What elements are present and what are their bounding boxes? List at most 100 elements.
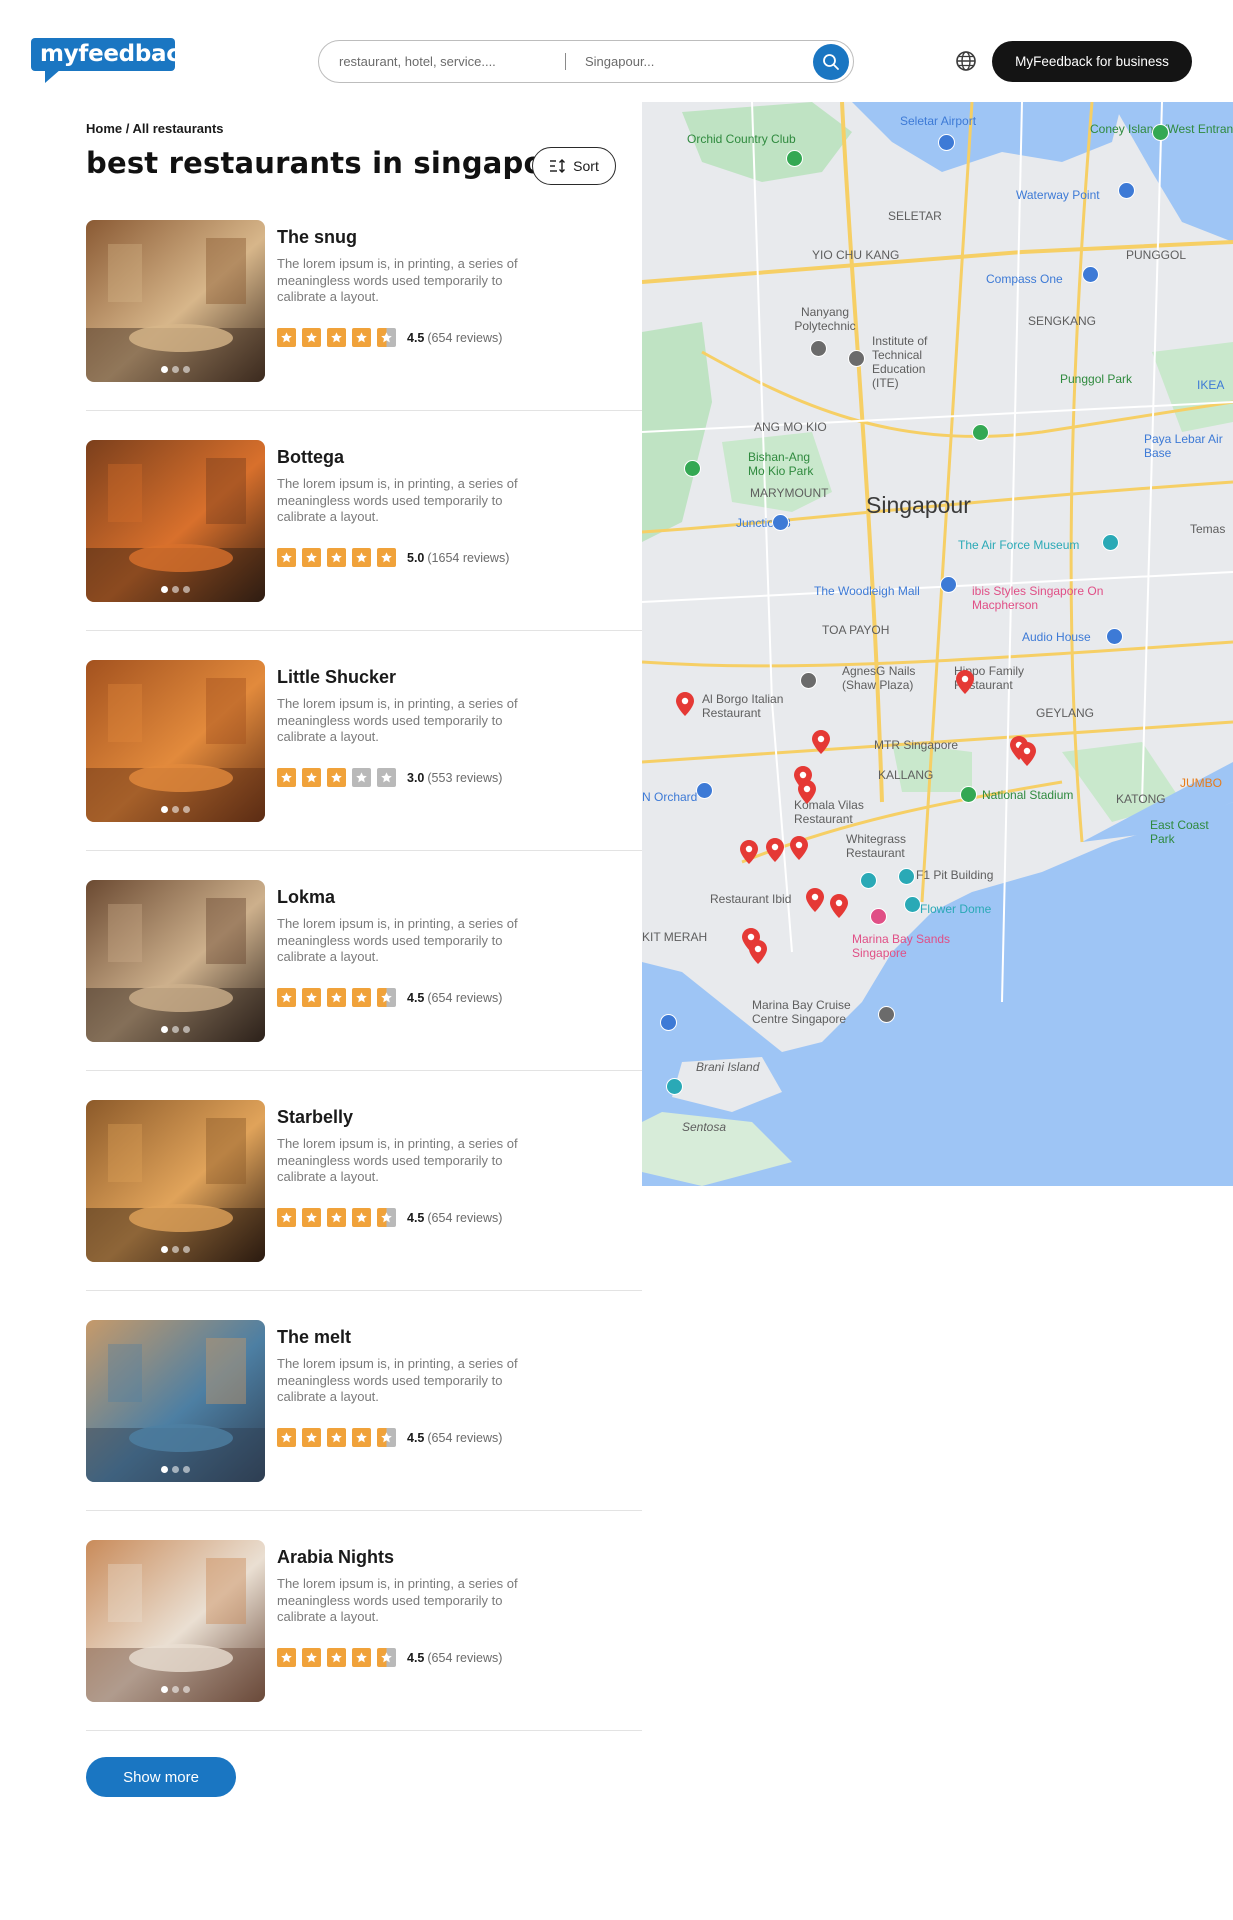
- map-poi-icon[interactable]: [1082, 266, 1099, 283]
- park-map-icon[interactable]: [1152, 124, 1169, 141]
- restaurant-photo[interactable]: [86, 440, 265, 602]
- map-poi-icon[interactable]: [696, 782, 713, 799]
- photo-carousel-dots[interactable]: [86, 806, 265, 813]
- map-poi-icon[interactable]: [1106, 628, 1123, 645]
- photo-carousel-dots[interactable]: [86, 1466, 265, 1473]
- photo-carousel-dots[interactable]: [86, 586, 265, 593]
- review-count[interactable]: (654 reviews): [427, 1651, 502, 1665]
- carousel-dot[interactable]: [183, 586, 190, 593]
- photo-carousel-dots[interactable]: [86, 1026, 265, 1033]
- restaurant-name[interactable]: Lokma: [277, 887, 335, 908]
- carousel-dot[interactable]: [183, 806, 190, 813]
- map-poi-icon[interactable]: [848, 350, 865, 367]
- search-button[interactable]: [813, 44, 849, 80]
- map-poi-icon[interactable]: [940, 576, 957, 593]
- restaurant-card[interactable]: Starbelly The lorem ipsum is, in printin…: [86, 1100, 642, 1320]
- carousel-dot[interactable]: [172, 366, 179, 373]
- carousel-dot[interactable]: [172, 1466, 179, 1473]
- map-poi-icon[interactable]: [898, 868, 915, 885]
- map-poi-icon[interactable]: [800, 672, 817, 689]
- restaurant-map-pin[interactable]: [812, 730, 830, 754]
- photo-carousel-dots[interactable]: [86, 1246, 265, 1253]
- carousel-dot[interactable]: [161, 1686, 168, 1693]
- carousel-dot[interactable]: [183, 1026, 190, 1033]
- restaurant-photo[interactable]: [86, 1100, 265, 1262]
- restaurant-card[interactable]: Bottega The lorem ipsum is, in printing,…: [86, 440, 642, 660]
- review-count[interactable]: (553 reviews): [427, 771, 502, 785]
- restaurant-name[interactable]: Little Shucker: [277, 667, 396, 688]
- restaurant-card[interactable]: The snug The lorem ipsum is, in printing…: [86, 220, 642, 440]
- carousel-dot[interactable]: [161, 806, 168, 813]
- map-poi-icon[interactable]: [938, 134, 955, 151]
- restaurant-map-pin[interactable]: [806, 888, 824, 912]
- breadcrumb[interactable]: Home / All restaurants: [86, 121, 224, 136]
- restaurant-card[interactable]: Arabia Nights The lorem ipsum is, in pri…: [86, 1540, 642, 1760]
- map-poi-icon[interactable]: [660, 1014, 677, 1031]
- restaurant-name[interactable]: Bottega: [277, 447, 344, 468]
- restaurant-map-pin[interactable]: [790, 836, 808, 860]
- restaurant-photo[interactable]: [86, 220, 265, 382]
- language-globe-icon[interactable]: [954, 49, 978, 73]
- restaurant-map-pin[interactable]: [766, 838, 784, 862]
- park-map-icon[interactable]: [960, 786, 977, 803]
- carousel-dot[interactable]: [161, 1466, 168, 1473]
- carousel-dot[interactable]: [161, 366, 168, 373]
- restaurant-name[interactable]: Arabia Nights: [277, 1547, 394, 1568]
- carousel-dot[interactable]: [183, 1466, 190, 1473]
- restaurant-photo[interactable]: [86, 880, 265, 1042]
- park-map-icon[interactable]: [684, 460, 701, 477]
- restaurant-map-pin[interactable]: [956, 670, 974, 694]
- restaurant-card[interactable]: The melt The lorem ipsum is, in printing…: [86, 1320, 642, 1540]
- carousel-dot[interactable]: [161, 1246, 168, 1253]
- park-map-icon[interactable]: [972, 424, 989, 441]
- review-count[interactable]: (654 reviews): [427, 1211, 502, 1225]
- map-poi-icon[interactable]: [860, 872, 877, 889]
- photo-carousel-dots[interactable]: [86, 1686, 265, 1693]
- park-map-icon[interactable]: [786, 150, 803, 167]
- carousel-dot[interactable]: [172, 1686, 179, 1693]
- map-panel[interactable]: Singapour Seletar Airport Orchid Country…: [642, 102, 1233, 1186]
- map-poi-icon[interactable]: [666, 1078, 683, 1095]
- map-poi-icon[interactable]: [1102, 534, 1119, 551]
- review-count[interactable]: (1654 reviews): [427, 551, 509, 565]
- review-count[interactable]: (654 reviews): [427, 331, 502, 345]
- myfeedback-logo[interactable]: myfeedback: [31, 38, 195, 84]
- restaurant-name[interactable]: The melt: [277, 1327, 351, 1348]
- carousel-dot[interactable]: [172, 586, 179, 593]
- restaurant-map-pin[interactable]: [1018, 742, 1036, 766]
- carousel-dot[interactable]: [183, 1246, 190, 1253]
- restaurant-card[interactable]: Lokma The lorem ipsum is, in printing, a…: [86, 880, 642, 1100]
- restaurant-card[interactable]: Little Shucker The lorem ipsum is, in pr…: [86, 660, 642, 880]
- restaurant-photo[interactable]: [86, 1320, 265, 1482]
- map-poi-icon[interactable]: [810, 340, 827, 357]
- review-count[interactable]: (654 reviews): [427, 1431, 502, 1445]
- carousel-dot[interactable]: [172, 806, 179, 813]
- carousel-dot[interactable]: [183, 1686, 190, 1693]
- restaurant-name[interactable]: The snug: [277, 227, 357, 248]
- restaurant-photo[interactable]: [86, 1540, 265, 1702]
- show-more-button[interactable]: Show more: [86, 1757, 236, 1797]
- search-location-input[interactable]: [585, 41, 775, 82]
- map-poi-icon[interactable]: [870, 908, 887, 925]
- map-poi-icon[interactable]: [878, 1006, 895, 1023]
- carousel-dot[interactable]: [172, 1026, 179, 1033]
- restaurant-photo[interactable]: [86, 660, 265, 822]
- photo-carousel-dots[interactable]: [86, 366, 265, 373]
- carousel-dot[interactable]: [161, 586, 168, 593]
- restaurant-name[interactable]: Starbelly: [277, 1107, 353, 1128]
- search-what-input[interactable]: [339, 41, 549, 82]
- carousel-dot[interactable]: [183, 366, 190, 373]
- map-poi-icon[interactable]: [772, 514, 789, 531]
- sort-button[interactable]: Sort: [532, 147, 616, 185]
- restaurant-map-pin[interactable]: [830, 894, 848, 918]
- map-poi-icon[interactable]: [904, 896, 921, 913]
- carousel-dot[interactable]: [172, 1246, 179, 1253]
- carousel-dot[interactable]: [161, 1026, 168, 1033]
- restaurant-map-pin[interactable]: [749, 940, 767, 964]
- business-button[interactable]: MyFeedback for business: [992, 41, 1192, 82]
- restaurant-map-pin[interactable]: [740, 840, 758, 864]
- map-poi-icon[interactable]: [1118, 182, 1135, 199]
- restaurant-map-pin[interactable]: [798, 780, 816, 804]
- restaurant-map-pin[interactable]: [676, 692, 694, 716]
- review-count[interactable]: (654 reviews): [427, 991, 502, 1005]
